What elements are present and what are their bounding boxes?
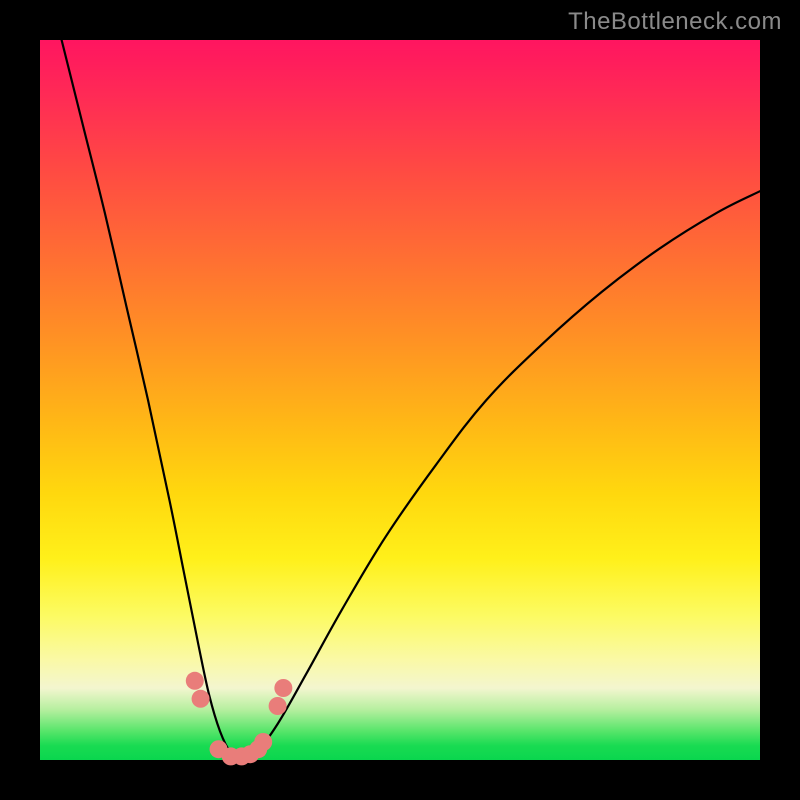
- bottleneck-point: [186, 672, 204, 690]
- bottleneck-curve: [62, 40, 760, 760]
- bottleneck-point: [269, 697, 287, 715]
- chart-svg: [40, 40, 760, 760]
- bottleneck-point: [192, 690, 210, 708]
- bottleneck-points-group: [186, 672, 293, 766]
- bottleneck-point: [254, 733, 272, 751]
- plot-area: [40, 40, 760, 760]
- chart-frame: TheBottleneck.com: [0, 0, 800, 800]
- bottleneck-point: [274, 679, 292, 697]
- watermark-text: TheBottleneck.com: [568, 8, 782, 36]
